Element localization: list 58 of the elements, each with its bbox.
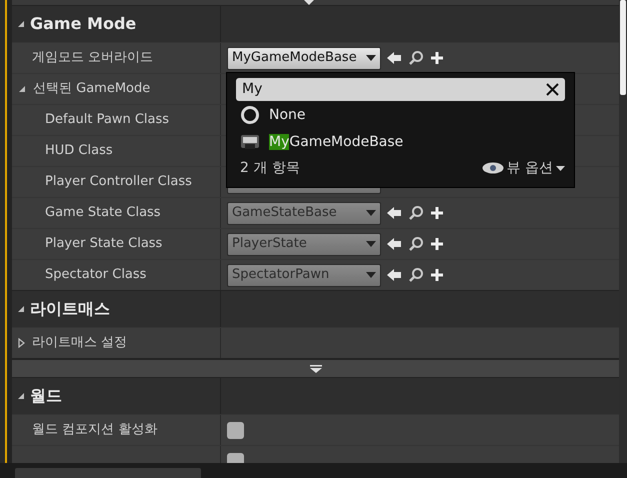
search-icon[interactable]: [408, 236, 424, 252]
caret-icon: [366, 272, 376, 278]
property-label: Player Controller Class: [45, 173, 192, 192]
class-dropdown[interactable]: GameStateBase: [227, 202, 381, 224]
dropdown-value: PlayerState: [232, 235, 307, 254]
scrollbar-thumb[interactable]: [620, 0, 626, 95]
search-field[interactable]: My: [236, 78, 565, 101]
property-label: Default Pawn Class: [45, 111, 170, 130]
class-dropdown[interactable]: MyGameModeBase: [227, 46, 381, 70]
caret-icon: [366, 210, 376, 216]
plus-icon[interactable]: [430, 237, 444, 251]
property-label: Player State Class: [45, 235, 162, 254]
caret-icon: [366, 55, 376, 61]
expand-arrow-icon[interactable]: [18, 338, 25, 348]
plus-icon[interactable]: [430, 268, 444, 282]
section-title[interactable]: 월드: [30, 384, 62, 408]
search-icon[interactable]: [408, 267, 424, 283]
caret-icon: [366, 241, 376, 247]
collapse-arrow-icon[interactable]: [304, 0, 314, 5]
game-mode-icon: [240, 133, 260, 151]
eye-icon: [482, 162, 504, 174]
dropdown-value: SpectatorPawn: [232, 266, 330, 284]
plus-icon[interactable]: [430, 206, 444, 220]
view-options-button[interactable]: 뷰 옵션: [482, 158, 565, 178]
class-list-item[interactable]: None: [236, 102, 565, 128]
item-count: 2 개 항목: [240, 158, 300, 178]
class-list-item[interactable]: MyGameModeBase: [236, 129, 565, 155]
close-icon[interactable]: [546, 83, 559, 96]
plus-icon[interactable]: [430, 51, 444, 65]
arrow-left-icon[interactable]: [386, 206, 402, 220]
expand-arrow-icon[interactable]: [18, 85, 26, 93]
ring-icon: [240, 105, 260, 125]
property-label: 라이트매스 설정: [32, 334, 128, 352]
expand-arrow-icon: [310, 364, 322, 372]
property-label: Game State Class: [45, 204, 161, 222]
class-name: MyGameModeBase: [269, 132, 404, 152]
property-label: Spectator Class: [45, 266, 146, 284]
expand-arrow-icon[interactable]: [17, 392, 25, 400]
property-label: 게임모드 오버라이드: [32, 49, 154, 68]
dropdown-value: GameStateBase: [232, 204, 337, 222]
advanced-toggle-bar[interactable]: [12, 360, 619, 377]
class-name: None: [269, 106, 306, 124]
checkbox[interactable]: [227, 422, 244, 438]
search-icon[interactable]: [408, 50, 424, 66]
property-label: 월드 컴포지션 활성화: [32, 421, 158, 440]
dropdown-value: MyGameModeBase: [232, 49, 357, 68]
class-dropdown[interactable]: PlayerState: [227, 232, 381, 256]
arrow-left-icon[interactable]: [386, 268, 402, 282]
arrow-left-icon[interactable]: [386, 237, 402, 251]
class-dropdown[interactable]: SpectatorPawn: [227, 264, 381, 286]
section-title[interactable]: Game Mode: [30, 12, 136, 36]
expand-arrow-icon[interactable]: [17, 20, 25, 28]
section-title[interactable]: 라이트매스: [30, 297, 110, 321]
property-label: 선택된 GameMode: [33, 80, 150, 98]
property-label: HUD Class: [45, 142, 113, 160]
arrow-left-icon[interactable]: [386, 51, 402, 65]
expand-arrow-icon[interactable]: [17, 305, 25, 313]
search-icon[interactable]: [408, 205, 424, 221]
